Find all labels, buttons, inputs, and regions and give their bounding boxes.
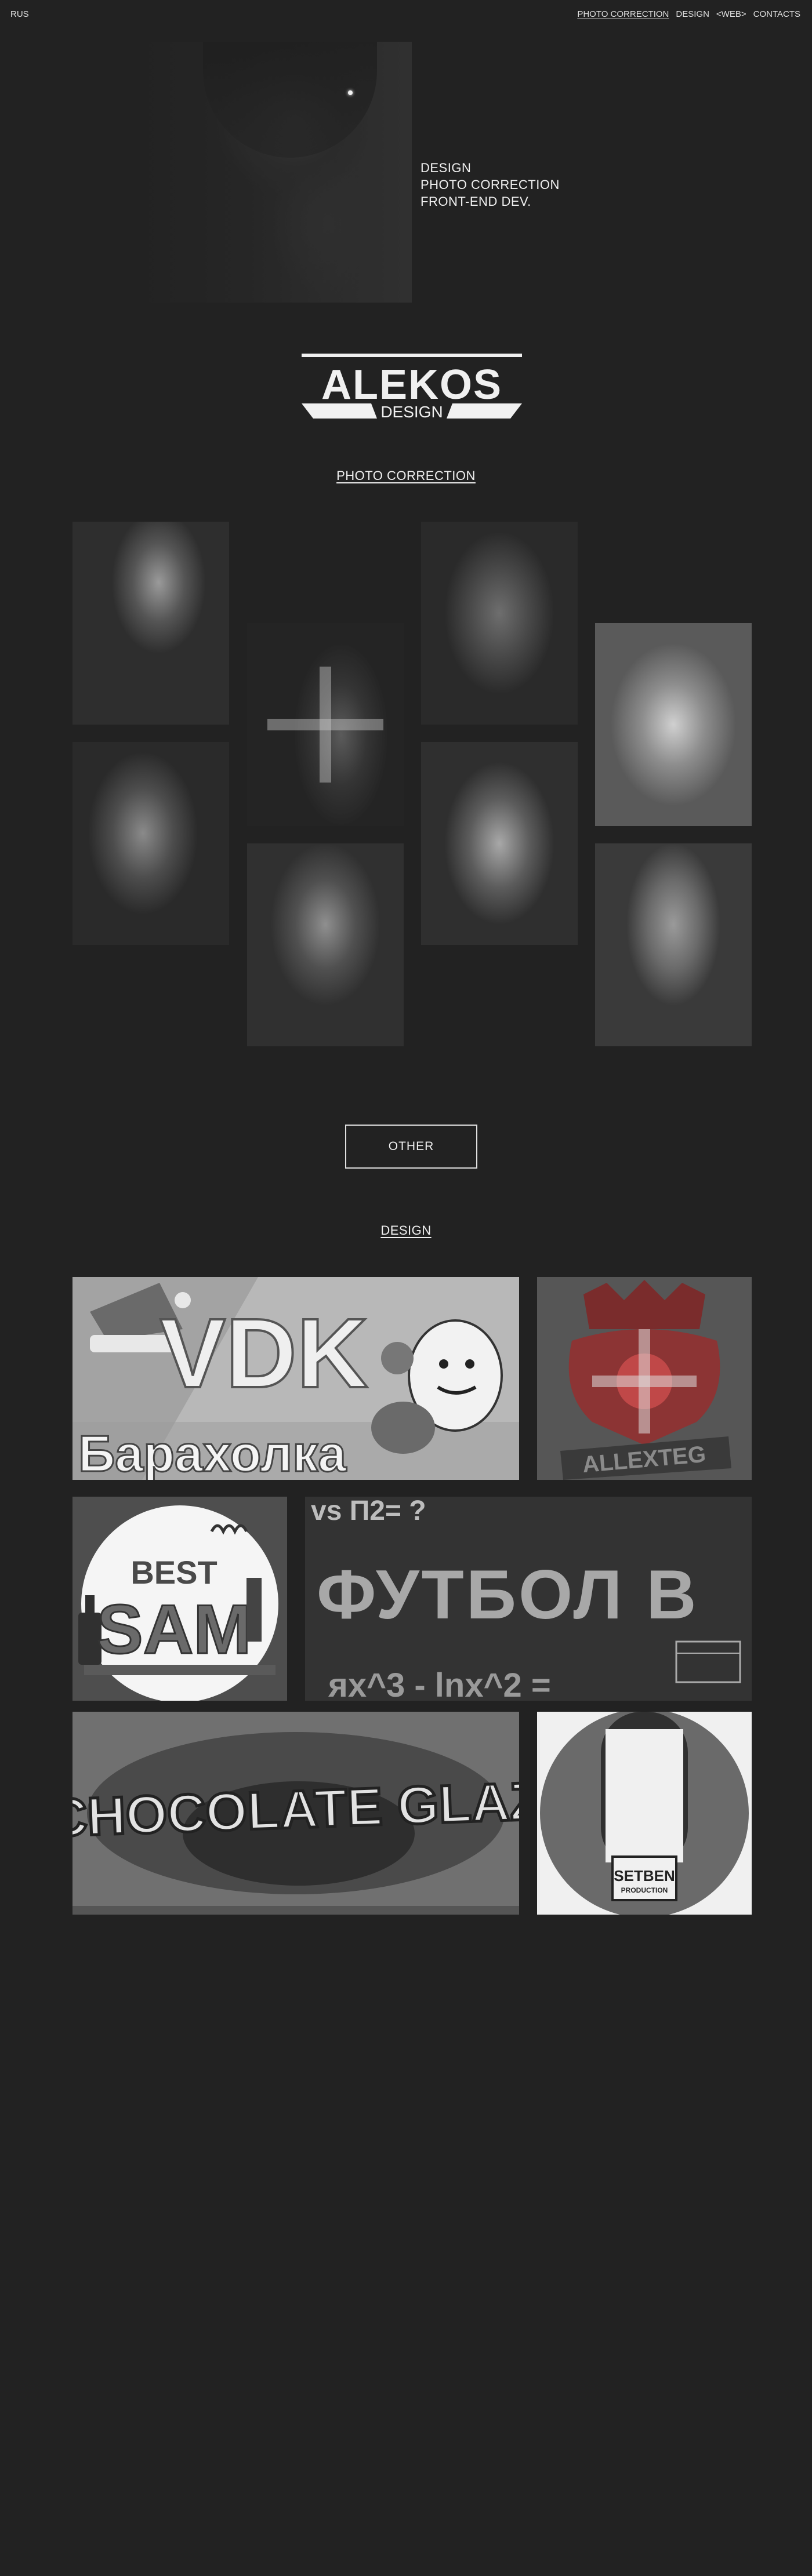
- setben-sub-text: PRODUCTION: [621, 1886, 668, 1894]
- nav-photo-correction-link[interactable]: PHOTO CORRECTION: [577, 9, 669, 19]
- language-switch-link[interactable]: RUS: [10, 9, 29, 19]
- main-nav: PHOTO CORRECTION DESIGN <WEB> CONTACTS: [577, 9, 800, 19]
- photo-tile[interactable]: [595, 843, 752, 1046]
- hero-role-photo-correction: PHOTO CORRECTION: [420, 177, 560, 192]
- bestsam-line1-text: BEST: [130, 1554, 217, 1591]
- hero-portrait-image: [133, 42, 412, 303]
- design-vdk-tile[interactable]: VDK Барахолка: [72, 1277, 519, 1480]
- photo-tile[interactable]: [72, 742, 229, 945]
- hero-hood-shape: [203, 42, 377, 158]
- photo-correction-title[interactable]: PHOTO CORRECTION: [0, 468, 812, 483]
- nav-contacts-link[interactable]: CONTACTS: [753, 9, 800, 19]
- logo-sub-text: DESIGN: [380, 403, 443, 420]
- vdk-title-text: VDK: [160, 1298, 368, 1409]
- design-football-tile[interactable]: vs П2= ? ФУТБОЛ В яx^3 - lnx^2 =: [305, 1497, 752, 1701]
- photo-tile[interactable]: [247, 843, 404, 1046]
- hero-role-design: DESIGN: [420, 161, 472, 175]
- design-chocolate-tile[interactable]: CHOCOLATE GLAZ: [72, 1712, 519, 1915]
- allexteg-artwork: ALLEXTEG: [537, 1277, 752, 1480]
- photo-tile[interactable]: [421, 522, 578, 725]
- hero-role-frontend: FRONT-END DEV.: [420, 194, 531, 209]
- nav-design-link[interactable]: DESIGN: [676, 9, 709, 19]
- design-title[interactable]: DESIGN: [0, 1223, 812, 1238]
- other-button[interactable]: OTHER: [345, 1125, 477, 1169]
- design-setben-tile[interactable]: SETBEN PRODUCTION: [537, 1712, 752, 1915]
- bestsam-line2-text: SAM: [97, 1591, 252, 1668]
- photo-tile[interactable]: [72, 522, 229, 725]
- vdk-subtitle-text: Барахолка: [78, 1425, 347, 1480]
- nav-web-link[interactable]: <WEB>: [716, 9, 746, 19]
- top-bar: RUS PHOTO CORRECTION DESIGN <WEB> CONTAC…: [0, 0, 812, 30]
- photo-tile-highlighted[interactable]: [247, 623, 404, 826]
- football-chalkboard-artwork: vs П2= ? ФУТБОЛ В яx^3 - lnx^2 =: [305, 1497, 752, 1701]
- alekos-design-logo: ALEKOS DESIGN: [302, 354, 522, 420]
- design-allexteg-tile[interactable]: ALLEXTEG: [537, 1277, 752, 1480]
- setben-title-text: SETBEN: [614, 1867, 675, 1884]
- plus-icon: [267, 667, 383, 783]
- football-middle-text: ФУТБОЛ В: [317, 1556, 699, 1633]
- photo-tile[interactable]: [595, 623, 752, 826]
- setben-artwork: SETBEN PRODUCTION: [537, 1712, 752, 1915]
- football-bottom-text: яx^3 - lnx^2 =: [328, 1667, 551, 1701]
- bestsam-artwork: BEST SAM: [72, 1497, 287, 1701]
- vdk-artwork: VDK Барахолка: [72, 1277, 519, 1480]
- logo-name-text: ALEKOS: [321, 362, 502, 408]
- chocolate-glaz-artwork: CHOCOLATE GLAZ: [72, 1712, 519, 1915]
- football-top-text: vs П2= ?: [311, 1497, 426, 1526]
- design-bestsam-tile[interactable]: BEST SAM: [72, 1497, 287, 1701]
- hero-roles: DESIGN PHOTO CORRECTION FRONT-END DEV.: [420, 159, 560, 210]
- photo-tile[interactable]: [421, 742, 578, 945]
- hero-eye-glint: [348, 90, 353, 95]
